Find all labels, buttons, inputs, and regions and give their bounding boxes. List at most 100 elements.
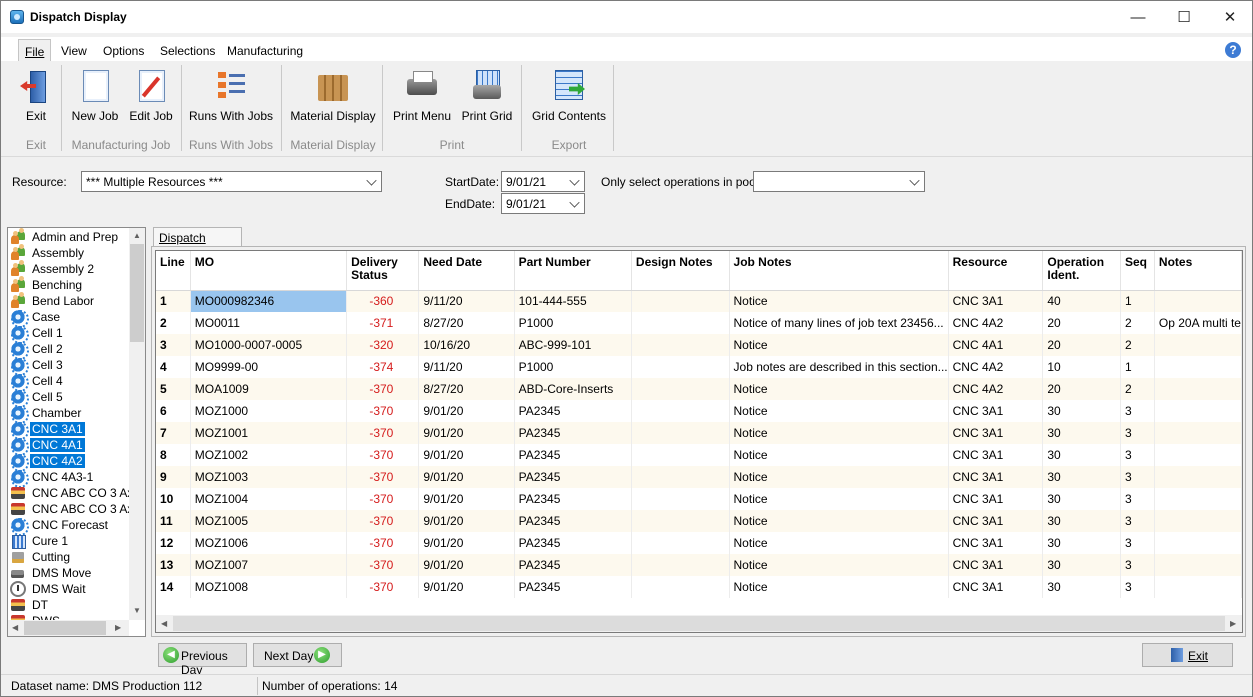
cell-need-date[interactable]: 9/01/20 — [418, 422, 515, 444]
cell-line[interactable]: 9 — [156, 466, 191, 488]
cell-mo[interactable]: MOZ1005 — [190, 510, 348, 532]
cell-notes[interactable] — [1154, 290, 1242, 312]
cell-design-notes[interactable] — [631, 466, 730, 488]
cell-need-date[interactable]: 9/11/20 — [418, 290, 515, 312]
cell-delivery-status[interactable]: -370 — [346, 466, 420, 488]
cell-seq[interactable]: 3 — [1120, 510, 1155, 532]
cell-job-notes[interactable]: Notice — [729, 400, 949, 422]
table-row[interactable]: 13 MOZ1007 -370 9/01/20 PA2345 Notice CNC 3A1 3… — [156, 554, 1242, 576]
cell-notes[interactable] — [1154, 488, 1242, 510]
cell-job-notes[interactable]: Notice — [729, 576, 949, 598]
cell-resource[interactable]: CNC 3A1 — [948, 290, 1044, 312]
cell-part-number[interactable]: ABC-999-101 — [514, 334, 632, 356]
cell-seq[interactable]: 3 — [1120, 488, 1155, 510]
table-row[interactable]: 12 MOZ1006 -370 9/01/20 PA2345 Notice CNC 3A1 3… — [156, 532, 1242, 554]
cell-job-notes[interactable]: Notice — [729, 290, 949, 312]
cell-line[interactable]: 11 — [156, 510, 191, 532]
cell-line[interactable]: 14 — [156, 576, 191, 598]
cell-line[interactable]: 4 — [156, 356, 191, 378]
cell-notes[interactable] — [1154, 466, 1242, 488]
cell-operation-ident[interactable]: 30 — [1042, 444, 1121, 466]
cell-delivery-status[interactable]: -360 — [346, 290, 420, 312]
cell-notes[interactable] — [1154, 444, 1242, 466]
print-menu-button[interactable]: Print Menu — [391, 69, 453, 123]
cell-mo[interactable]: MOZ1003 — [190, 466, 348, 488]
cell-mo[interactable]: MOZ1008 — [190, 576, 348, 598]
cell-delivery-status[interactable]: -370 — [346, 422, 420, 444]
cell-part-number[interactable]: P1000 — [514, 312, 632, 334]
cell-mo[interactable]: MO0011 — [190, 312, 348, 334]
cell-operation-ident[interactable]: 30 — [1042, 576, 1121, 598]
cell-part-number[interactable]: 101-444-555 — [514, 290, 632, 312]
cell-notes[interactable] — [1154, 532, 1242, 554]
column-header-need-date[interactable]: Need Date — [418, 251, 515, 291]
cell-line[interactable]: 10 — [156, 488, 191, 510]
cell-mo[interactable]: MO9999-00 — [190, 356, 348, 378]
exit-bottom-button[interactable]: Exit — [1142, 643, 1233, 667]
cell-resource[interactable]: CNC 4A2 — [948, 312, 1044, 334]
column-header-operation-ident[interactable]: Operation Ident. — [1042, 251, 1121, 291]
cell-seq[interactable]: 3 — [1120, 400, 1155, 422]
cell-delivery-status[interactable]: -370 — [346, 378, 420, 400]
cell-resource[interactable]: CNC 3A1 — [948, 554, 1044, 576]
cell-line[interactable]: 1 — [156, 290, 191, 312]
cell-need-date[interactable]: 9/01/20 — [418, 576, 515, 598]
cell-design-notes[interactable] — [631, 554, 730, 576]
table-row[interactable]: 8 MOZ1002 -370 9/01/20 PA2345 Notice CNC 3A1 30… — [156, 444, 1242, 466]
cell-design-notes[interactable] — [631, 422, 730, 444]
cell-job-notes[interactable]: Notice — [729, 532, 949, 554]
cell-job-notes[interactable]: Notice — [729, 488, 949, 510]
cell-need-date[interactable]: 8/27/20 — [418, 312, 515, 334]
maximize-button[interactable]: ☐ — [1161, 1, 1207, 33]
table-row[interactable]: 5 MOA1009 -370 8/27/20 ABD-Core-Inserts Notic… — [156, 378, 1242, 400]
cell-part-number[interactable]: PA2345 — [514, 488, 632, 510]
cell-part-number[interactable]: PA2345 — [514, 510, 632, 532]
cell-need-date[interactable]: 10/16/20 — [418, 334, 515, 356]
cell-design-notes[interactable] — [631, 334, 730, 356]
cell-resource[interactable]: CNC 3A1 — [948, 510, 1044, 532]
cell-design-notes[interactable] — [631, 378, 730, 400]
cell-design-notes[interactable] — [631, 356, 730, 378]
cell-delivery-status[interactable]: -370 — [346, 400, 420, 422]
cell-design-notes[interactable] — [631, 400, 730, 422]
menu-manufacturing[interactable]: Manufacturing — [227, 44, 303, 58]
grid-horizontal-thumb[interactable] — [173, 616, 1225, 631]
column-header-notes[interactable]: Notes — [1154, 251, 1242, 291]
start-date-picker[interactable]: 9/01/21 — [501, 171, 585, 192]
cell-mo[interactable]: MO000982346 — [190, 290, 348, 312]
cell-seq[interactable]: 3 — [1120, 422, 1155, 444]
edit-job-button[interactable]: Edit Job — [125, 69, 177, 123]
cell-operation-ident[interactable]: 30 — [1042, 488, 1121, 510]
cell-job-notes[interactable]: Notice — [729, 422, 949, 444]
end-date-picker[interactable]: 9/01/21 — [501, 193, 585, 214]
table-row[interactable]: 7 MOZ1001 -370 9/01/20 PA2345 Notice CNC 3A1 30… — [156, 422, 1242, 444]
cell-operation-ident[interactable]: 40 — [1042, 290, 1121, 312]
cell-need-date[interactable]: 9/01/20 — [418, 510, 515, 532]
cell-notes[interactable] — [1154, 334, 1242, 356]
cell-seq[interactable]: 3 — [1120, 444, 1155, 466]
table-row[interactable]: 10 MOZ1004 -370 9/01/20 PA2345 Notice CNC 3A1 3… — [156, 488, 1242, 510]
cell-part-number[interactable]: PA2345 — [514, 466, 632, 488]
column-header-mo[interactable]: MO — [190, 251, 348, 291]
cell-operation-ident[interactable]: 30 — [1042, 554, 1121, 576]
cell-delivery-status[interactable]: -371 — [346, 312, 420, 334]
cell-part-number[interactable]: PA2345 — [514, 532, 632, 554]
scroll-up-icon[interactable]: ▲ — [133, 231, 141, 240]
cell-part-number[interactable]: PA2345 — [514, 422, 632, 444]
cell-design-notes[interactable] — [631, 488, 730, 510]
cell-delivery-status[interactable]: -320 — [346, 334, 420, 356]
cell-resource[interactable]: CNC 4A2 — [948, 356, 1044, 378]
cell-job-notes[interactable]: Notice — [729, 554, 949, 576]
table-row[interactable]: 2 MO0011 -371 8/27/20 P1000 Notice of many li… — [156, 312, 1242, 334]
column-header-seq[interactable]: Seq — [1120, 251, 1155, 291]
cell-delivery-status[interactable]: -370 — [346, 510, 420, 532]
resource-horizontal-thumb[interactable] — [24, 621, 106, 635]
cell-need-date[interactable]: 9/01/20 — [418, 400, 515, 422]
minimize-button[interactable]: — — [1115, 1, 1161, 33]
cell-seq[interactable]: 1 — [1120, 290, 1155, 312]
cell-resource[interactable]: CNC 4A2 — [948, 378, 1044, 400]
cell-delivery-status[interactable]: -370 — [346, 532, 420, 554]
cell-notes[interactable] — [1154, 400, 1242, 422]
cell-line[interactable]: 2 — [156, 312, 191, 334]
cell-notes[interactable] — [1154, 554, 1242, 576]
